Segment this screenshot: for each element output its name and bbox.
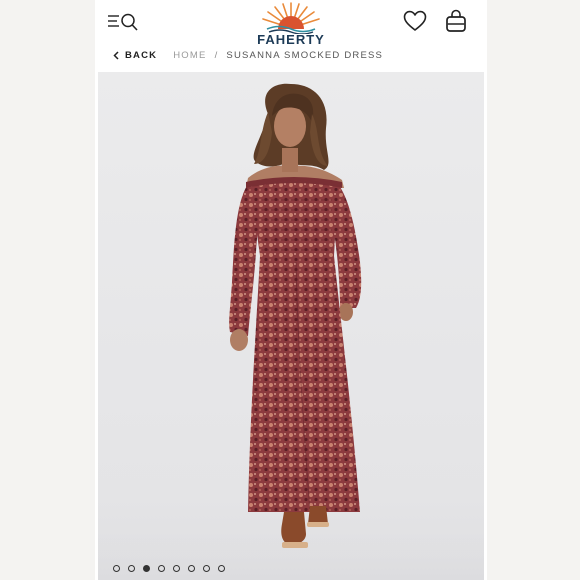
image-carousel-pagination [113, 565, 225, 572]
search-icon [121, 13, 138, 31]
carousel-dot-7[interactable] [203, 565, 210, 572]
brand-logo-text: FAHERTY [257, 32, 325, 47]
product-page: FAHERTY BACK HOME / SUSANNA SMOCKED DRES… [95, 0, 487, 580]
model-dress-photo [98, 83, 484, 580]
brand-logo[interactable]: FAHERTY [253, 0, 329, 48]
shopping-bag-icon [446, 9, 466, 32]
breadcrumb-home-link[interactable]: HOME [173, 50, 206, 61]
product-image[interactable] [98, 72, 484, 580]
shopping-bag-button[interactable] [445, 9, 467, 33]
back-link[interactable]: BACK [113, 50, 157, 61]
chevron-left-icon [113, 50, 119, 60]
breadcrumb-separator: / [214, 49, 219, 61]
menu-icon [108, 13, 138, 31]
menu-search-button[interactable] [107, 12, 141, 32]
carousel-dot-6[interactable] [188, 565, 195, 572]
carousel-dot-1[interactable] [113, 565, 120, 572]
carousel-dot-3-active[interactable] [143, 565, 150, 572]
back-label: BACK [125, 49, 158, 61]
site-header: FAHERTY BACK HOME / SUSANNA SMOCKED DRES… [95, 0, 487, 72]
carousel-dot-4[interactable] [158, 565, 165, 572]
carousel-dot-5[interactable] [173, 565, 180, 572]
carousel-dot-8[interactable] [218, 565, 225, 572]
wishlist-button[interactable] [403, 10, 427, 32]
carousel-dot-2[interactable] [128, 565, 135, 572]
breadcrumb-current-page: SUSANNA SMOCKED DRESS [226, 49, 384, 61]
sunrise-logo-icon [262, 2, 320, 35]
breadcrumb: BACK HOME / SUSANNA SMOCKED DRESS [113, 48, 383, 62]
heart-icon [403, 10, 427, 31]
